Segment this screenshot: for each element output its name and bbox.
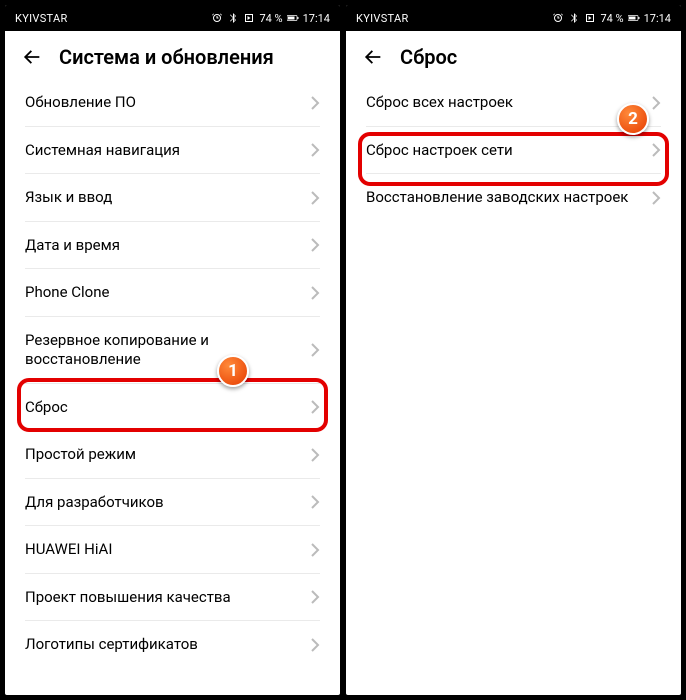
time-label: 17:14: [303, 12, 330, 25]
status-icons: 74 % 17:14: [211, 12, 330, 25]
item-factory-reset[interactable]: Восстановление заводских настроек: [346, 174, 681, 222]
item-reset[interactable]: Сброс: [5, 384, 340, 432]
back-icon[interactable]: [21, 46, 43, 68]
battery-pct: 74 %: [600, 12, 623, 25]
chevron-right-icon: [310, 543, 320, 557]
alarm-icon: [552, 12, 564, 24]
chevron-right-icon: [310, 96, 320, 110]
chevron-right-icon: [651, 191, 661, 205]
nfc-icon: [584, 12, 596, 24]
page-title: Система и обновления: [59, 45, 274, 69]
status-bar: KYIVSTAR 74 % 17:14: [346, 5, 681, 31]
nfc-icon: [243, 12, 255, 24]
carrier-label: KYIVSTAR: [356, 12, 409, 25]
item-quality-improvement[interactable]: Проект повышения качества: [5, 574, 340, 622]
item-phone-clone[interactable]: Phone Clone: [5, 269, 340, 317]
page-title: Сброс: [400, 45, 457, 69]
item-backup-restore[interactable]: Резервное копирование и восстановление: [5, 317, 340, 384]
status-icons: 74 % 17:14: [552, 12, 671, 25]
bluetooth-icon: [227, 12, 239, 24]
step-badge-1: 1: [217, 355, 249, 387]
battery-icon: [287, 12, 299, 24]
item-simple-mode[interactable]: Простой режим: [5, 431, 340, 479]
chevron-right-icon: [310, 343, 320, 357]
item-language-input[interactable]: Язык и ввод: [5, 174, 340, 222]
phone-left: KYIVSTAR 74 % 17:14 Система и обновления…: [5, 5, 340, 695]
reset-list: Сброс всех настроек Сброс настроек сети …: [346, 79, 681, 695]
chevron-right-icon: [310, 143, 320, 157]
chevron-right-icon: [310, 590, 320, 604]
chevron-right-icon: [310, 238, 320, 252]
battery-pct: 74 %: [259, 12, 282, 25]
step-badge-2: 2: [617, 103, 649, 135]
chevron-right-icon: [310, 400, 320, 414]
chevron-right-icon: [310, 448, 320, 462]
status-bar: KYIVSTAR 74 % 17:14: [5, 5, 340, 31]
phone-right: KYIVSTAR 74 % 17:14 Сброс Сброс всех нас…: [346, 5, 681, 695]
item-date-time[interactable]: Дата и время: [5, 222, 340, 270]
chevron-right-icon: [310, 286, 320, 300]
header: Система и обновления: [5, 31, 340, 79]
carrier-label: KYIVSTAR: [15, 12, 68, 25]
item-certificate-logos[interactable]: Логотипы сертификатов: [5, 621, 340, 669]
chevron-right-icon: [651, 143, 661, 157]
chevron-right-icon: [310, 638, 320, 652]
chevron-right-icon: [651, 96, 661, 110]
alarm-icon: [211, 12, 223, 24]
chevron-right-icon: [310, 191, 320, 205]
header: Сброс: [346, 31, 681, 79]
time-label: 17:14: [644, 12, 671, 25]
item-software-update[interactable]: Обновление ПО: [5, 79, 340, 127]
back-icon[interactable]: [362, 46, 384, 68]
settings-list: Обновление ПО Системная навигация Язык и…: [5, 79, 340, 695]
battery-icon: [628, 12, 640, 24]
item-huawei-hiai[interactable]: HUAWEI HiAI: [5, 526, 340, 574]
item-system-navigation[interactable]: Системная навигация: [5, 127, 340, 175]
bluetooth-icon: [568, 12, 580, 24]
chevron-right-icon: [310, 495, 320, 509]
item-developer-options[interactable]: Для разработчиков: [5, 479, 340, 527]
